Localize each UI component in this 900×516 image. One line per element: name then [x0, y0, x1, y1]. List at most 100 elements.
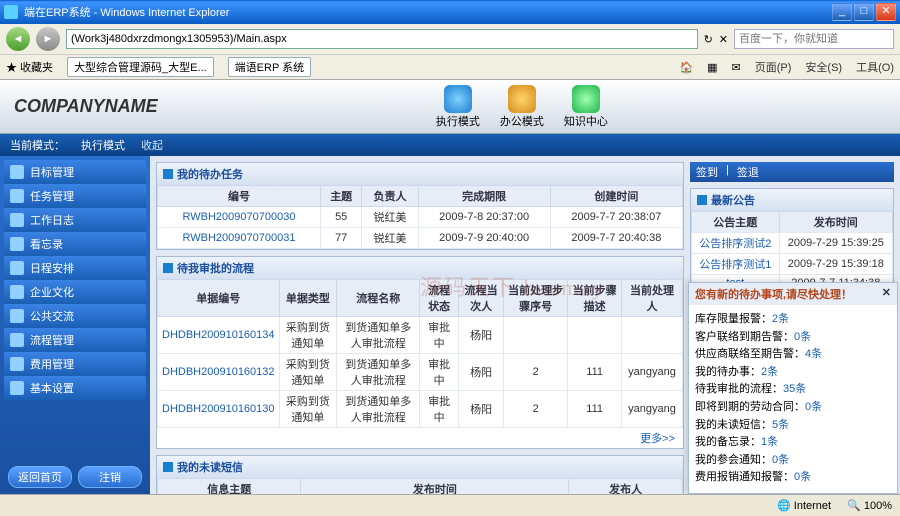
- cell: 审批中: [420, 391, 459, 428]
- sidebar-item-7[interactable]: 流程管理: [4, 328, 146, 352]
- col-header: 流程当次人: [459, 280, 504, 317]
- main-content: 我的待办任务 编号主题负责人完成期限创建时间RWBH20090707000305…: [150, 156, 690, 496]
- nav-icon: [10, 237, 24, 251]
- search-input[interactable]: [734, 29, 894, 49]
- cell: 到货通知单多人审批流程: [337, 391, 420, 428]
- menu-page[interactable]: 页面(P): [755, 59, 792, 75]
- sidebar-item-3[interactable]: 看忘录: [4, 232, 146, 256]
- table-row: DHDBH200910160134采购到货通知单到货通知单多人审批流程审批中杨阳: [158, 317, 683, 354]
- square-icon: [163, 263, 173, 273]
- more-link[interactable]: 更多>>: [157, 428, 683, 448]
- sidebar-item-8[interactable]: 费用管理: [4, 352, 146, 376]
- col-header: 单据类型: [279, 280, 337, 317]
- statusbar: 🌐 Internet 🔍 100%: [0, 494, 900, 516]
- sidebar-item-0[interactable]: 目标管理: [4, 160, 146, 184]
- cell[interactable]: RWBH2009070700030: [158, 207, 321, 228]
- feeds-icon[interactable]: ▦: [707, 61, 717, 74]
- popup-line[interactable]: 库存限量报警：2条: [695, 311, 891, 329]
- sidebar: 目标管理任务管理工作日志看忘录日程安排企业文化公共交流流程管理费用管理基本设置 …: [0, 156, 150, 496]
- col-header: 单据编号: [158, 280, 280, 317]
- current-mode: 执行模式: [81, 137, 125, 153]
- mode-execute[interactable]: 执行模式: [436, 85, 480, 129]
- maximize-button[interactable]: □: [854, 3, 874, 21]
- square-icon: [163, 169, 173, 179]
- cell: 杨阳: [459, 317, 504, 354]
- cell[interactable]: RWBH2009070700031: [158, 228, 321, 249]
- sidebar-item-5[interactable]: 企业文化: [4, 280, 146, 304]
- nav-icon: [10, 309, 24, 323]
- col-header: 流程状态: [420, 280, 459, 317]
- sidebar-item-9[interactable]: 基本设置: [4, 376, 146, 400]
- collapse-link[interactable]: 收起: [141, 137, 163, 153]
- col-header: 流程名称: [337, 280, 420, 317]
- cell: 审批中: [420, 317, 459, 354]
- bulletin-table: 公告主题发布时间公告排序测试22009-7-29 15:39:25公告排序测试1…: [691, 211, 893, 292]
- browser-menubar: ★ 收藏夹 大型综合管理源码_大型E... 端语ERP 系统 🏠 ▦ ✉ 页面(…: [0, 55, 900, 80]
- menu-tools[interactable]: 工具(O): [856, 59, 894, 75]
- square-icon: [697, 195, 707, 205]
- close-button[interactable]: ✕: [876, 3, 896, 21]
- logout-button[interactable]: 注销: [78, 466, 142, 488]
- app-header: COMPANYNAME 执行模式 办公模式 知识中心: [0, 80, 900, 134]
- col-header: 主题: [320, 186, 361, 207]
- popup-line[interactable]: 即将到期的劳动合同：0条: [695, 399, 891, 417]
- home-button[interactable]: 返回首页: [8, 466, 72, 488]
- cell: [568, 317, 622, 354]
- browser-tab[interactable]: 端语ERP 系统: [228, 57, 311, 77]
- window-titlebar: 端在ERP系统 - Windows Internet Explorer _ □ …: [0, 0, 900, 24]
- col-header: 公告主题: [692, 212, 780, 233]
- mail-icon[interactable]: ✉: [732, 61, 741, 74]
- cell: 2009-7-29 15:39:18: [779, 254, 892, 275]
- cell: 2009-7-7 20:40:38: [550, 228, 682, 249]
- popup-line[interactable]: 供应商联络至期告警：4条: [695, 346, 891, 364]
- mode-knowledge[interactable]: 知识中心: [564, 85, 608, 129]
- minimize-button[interactable]: _: [832, 3, 852, 21]
- mode-office[interactable]: 办公模式: [500, 85, 544, 129]
- cell: 到货通知单多人审批流程: [337, 317, 420, 354]
- sidebar-item-2[interactable]: 工作日志: [4, 208, 146, 232]
- sidebar-item-1[interactable]: 任务管理: [4, 184, 146, 208]
- sidebar-item-6[interactable]: 公共交流: [4, 304, 146, 328]
- nav-icon: [10, 357, 24, 371]
- cell: 77: [320, 228, 361, 249]
- refresh-icon[interactable]: ↻: [704, 33, 713, 46]
- popup-line[interactable]: 我的备忘录：1条: [695, 434, 891, 452]
- cell[interactable]: DHDBH200910160132: [158, 354, 280, 391]
- popup-line[interactable]: 我的参会通知：0条: [695, 452, 891, 470]
- stop-icon[interactable]: ✕: [719, 33, 728, 46]
- popup-line[interactable]: 我的待办事：2条: [695, 364, 891, 382]
- menu-security[interactable]: 安全(S): [805, 59, 842, 75]
- tab-signin[interactable]: 签到: [696, 164, 718, 180]
- cell: 杨阳: [459, 354, 504, 391]
- popup-close-icon[interactable]: ✕: [882, 286, 891, 302]
- popup-line[interactable]: 我的未读短信：5条: [695, 417, 891, 435]
- cell[interactable]: DHDBH200910160134: [158, 317, 280, 354]
- favorites-button[interactable]: ★ 收藏夹: [6, 59, 53, 75]
- panel-sms: 我的未读短信 信息主题发布时间发布人集成测试2009-7-6 14:42:22杨…: [156, 455, 684, 496]
- back-button[interactable]: ◄: [6, 27, 30, 51]
- nav-icon: [10, 261, 24, 275]
- zoom-level[interactable]: 🔍 100%: [847, 499, 892, 512]
- browser-tab[interactable]: 大型综合管理源码_大型E...: [67, 57, 214, 77]
- tasks-table: 编号主题负责人完成期限创建时间RWBH200907070003055锐红美200…: [157, 185, 683, 249]
- cell[interactable]: DHDBH200910160130: [158, 391, 280, 428]
- popup-line[interactable]: 客户联络到期告警：0条: [695, 329, 891, 347]
- table-row: 公告排序测试22009-7-29 15:39:25: [692, 233, 893, 254]
- nav-icon: [10, 333, 24, 347]
- home-icon[interactable]: 🏠: [679, 61, 693, 74]
- cell[interactable]: 公告排序测试1: [692, 254, 780, 275]
- ie-icon: [4, 5, 18, 19]
- address-bar[interactable]: [66, 29, 698, 49]
- cell: 采购到货通知单: [279, 354, 337, 391]
- company-logo: COMPANYNAME: [14, 96, 158, 117]
- popup-line[interactable]: 待我审批的流程：35条: [695, 381, 891, 399]
- cell: 到货通知单多人审批流程: [337, 354, 420, 391]
- sidebar-item-4[interactable]: 日程安排: [4, 256, 146, 280]
- popup-line[interactable]: 费用报销通知报警：0条: [695, 469, 891, 487]
- col-header: 发布时间: [779, 212, 892, 233]
- nav-icon: [10, 285, 24, 299]
- forward-button[interactable]: ►: [36, 27, 60, 51]
- flows-table: 单据编号单据类型流程名称流程状态流程当次人当前处理步骤序号当前步骤描述当前处理人…: [157, 279, 683, 428]
- tab-signout[interactable]: 签退: [737, 164, 759, 180]
- cell[interactable]: 公告排序测试2: [692, 233, 780, 254]
